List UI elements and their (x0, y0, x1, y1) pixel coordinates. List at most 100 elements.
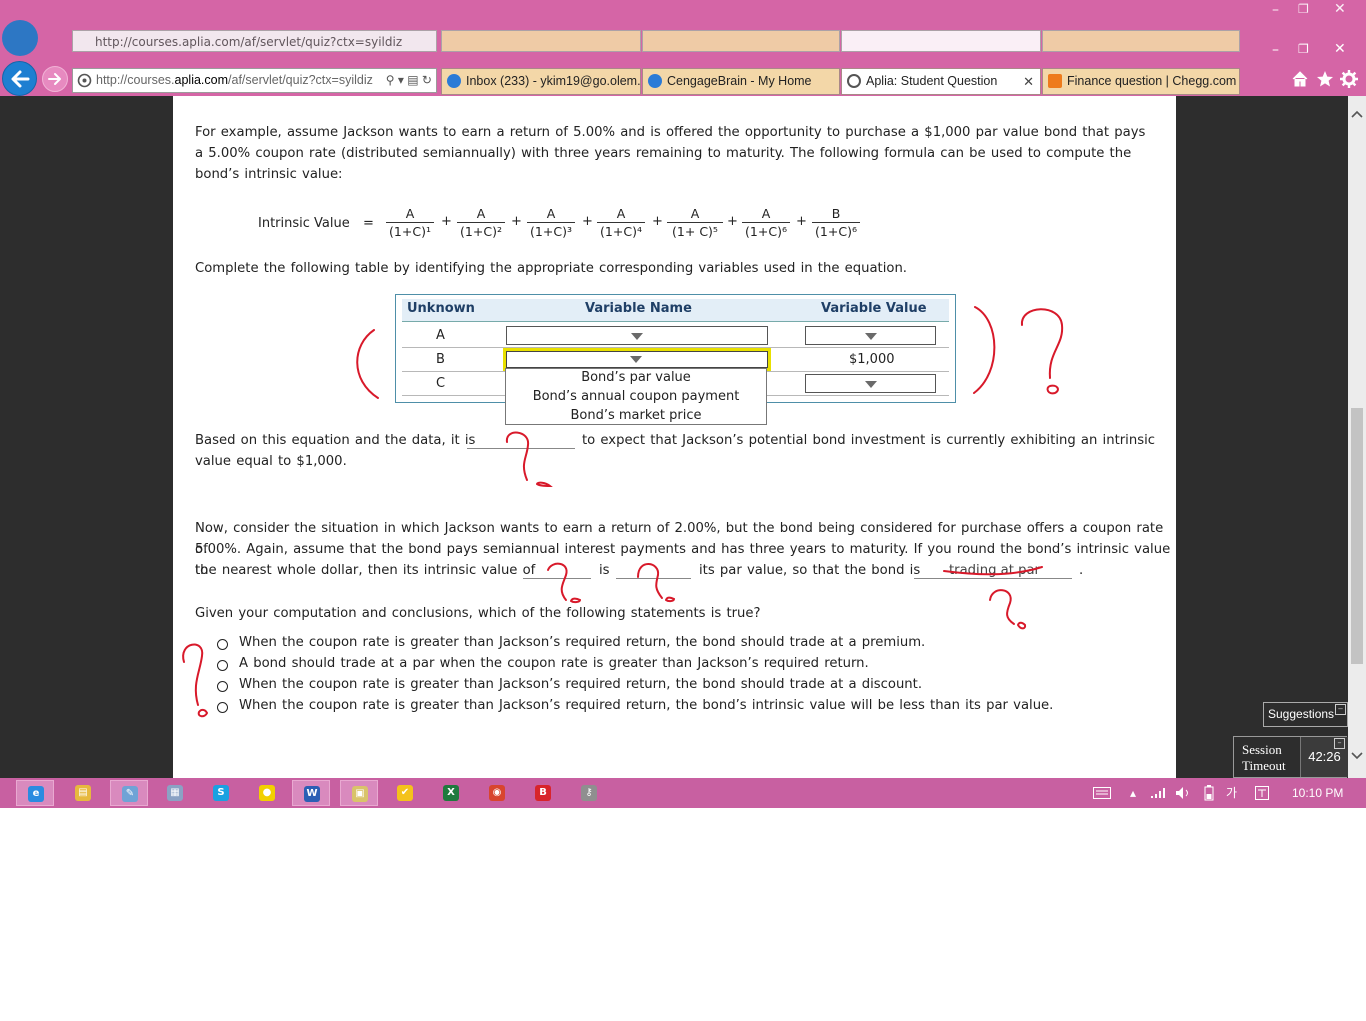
session-timeout-widget: Session Timeout 42:26 – (1233, 736, 1348, 778)
bandizip-icon: B (535, 785, 551, 801)
signal-icon[interactable] (1150, 787, 1166, 799)
unknown-b: B (436, 352, 445, 367)
taskbar-bandizip-button[interactable]: B (524, 780, 562, 806)
plus-sign: + (727, 214, 738, 229)
address-bar[interactable]: http://courses.aplia.com/af/servlet/quiz… (72, 68, 437, 93)
minimize-icon[interactable]: – (1334, 738, 1345, 749)
dropdown-option[interactable]: Bond’s market price (506, 408, 766, 423)
tab-aplia-student-question[interactable]: Aplia: Student Question ✕ (841, 68, 1041, 95)
chevron-down-icon (865, 381, 877, 388)
question-content: For example, assume Jackson wants to ear… (173, 96, 1176, 778)
variable-name-select-a[interactable] (506, 326, 768, 345)
aplia-site-icon (847, 74, 861, 88)
table-prompt: Complete the following table by identify… (195, 261, 908, 276)
chevron-down-icon (630, 356, 642, 363)
forward-button[interactable] (42, 66, 68, 92)
address-bar-actions[interactable]: ⚲ ▾ ▤ ↻ (386, 69, 432, 92)
scroll-down-icon[interactable] (1351, 752, 1363, 760)
word-icon: W (304, 786, 320, 802)
variable-value-select-c[interactable] (805, 374, 936, 393)
formula-term: A (1+C)⁶ (742, 206, 790, 239)
variable-name-dropdown-list[interactable]: Bond’s par value Bond’s annual coupon pa… (505, 368, 767, 425)
intro-text: For example, assume Jackson wants to ear… (195, 125, 1146, 182)
close-tab-icon[interactable]: ✕ (1023, 69, 1034, 94)
scrollbar-thumb[interactable] (1351, 408, 1363, 664)
skype-icon: S (213, 785, 229, 801)
option-label-1[interactable]: When the coupon rate is greater than Jac… (239, 635, 925, 650)
aplia-site-icon (77, 73, 92, 88)
ime-pad-icon[interactable] (1255, 786, 1269, 800)
trading-status-value[interactable]: trading at par (949, 560, 1040, 581)
suggestions-button[interactable]: Suggestions – (1263, 702, 1348, 727)
intrinsic-value-blank[interactable] (523, 578, 591, 579)
taskbar-paint-button[interactable]: ✎ (110, 780, 148, 806)
formula-term: A (1+C)² (457, 206, 505, 239)
minimize-icon[interactable]: – (1335, 704, 1346, 715)
system-clock[interactable]: 10:10 PM (1292, 778, 1343, 808)
radio-option-4[interactable] (217, 702, 228, 713)
unknown-c: C (436, 376, 446, 391)
close-icon[interactable]: ✕ (1334, 1, 1346, 17)
gear-icon[interactable] (1340, 70, 1358, 88)
header-unknown: Unknown (407, 301, 475, 316)
norton-icon: ✔ (397, 785, 413, 801)
background-url-box: http://courses.aplia.com/af/servlet/quiz… (72, 30, 437, 52)
variable-value-select-a[interactable] (805, 326, 936, 345)
star-icon[interactable] (1316, 70, 1334, 88)
show-hidden-icons-icon[interactable]: ▴ (1130, 778, 1136, 808)
taskbar-word-button[interactable]: W (292, 780, 330, 806)
close-icon[interactable]: ✕ (1334, 41, 1346, 57)
radio-option-1[interactable] (217, 639, 228, 650)
background-back-button (2, 20, 38, 56)
tab-label: Finance question | Chegg.com (1067, 74, 1237, 88)
url-text: http://courses.aplia.com/af/servlet/quiz… (96, 73, 373, 87)
home-icon[interactable] (1291, 70, 1309, 88)
explorer-icon: ▤ (75, 785, 91, 801)
formula-term: A (1+ C)⁵ (667, 206, 723, 239)
taskbar-calculator-button[interactable]: ▦ (156, 780, 194, 806)
ime-indicator[interactable]: 가 (1226, 778, 1237, 808)
option-label-3[interactable]: When the coupon rate is greater than Jac… (239, 677, 922, 692)
tab-chegg[interactable]: Finance question | Chegg.com (1042, 68, 1240, 95)
calculator-icon: ▦ (167, 785, 183, 801)
excel-icon: X (443, 785, 459, 801)
dropdown-option[interactable]: Bond’s annual coupon payment (506, 389, 766, 404)
tab-inbox[interactable]: Inbox (233) - ykim19@go.olem... (441, 68, 641, 95)
minimize-icon[interactable]: – (1272, 42, 1279, 58)
chevron-down-icon (865, 333, 877, 340)
based-on-text-part2: to expect that Jackson’s potential bond … (582, 433, 1155, 448)
restore-icon[interactable]: ❐ (1298, 42, 1309, 56)
background-tab (1042, 30, 1240, 52)
taskbar-usb-button[interactable]: ⚷ (570, 780, 608, 806)
formula-term: A (1+C)³ (527, 206, 575, 239)
taskbar-norton-button[interactable]: ✔ (386, 780, 424, 806)
keyboard-icon[interactable] (1093, 787, 1111, 799)
taskbar-files-button[interactable]: ▣ (340, 780, 378, 806)
taskbar-skype-button[interactable]: S (202, 780, 240, 806)
minimize-icon[interactable]: – (1272, 2, 1279, 18)
given-prompt: Given your computation and conclusions, … (195, 606, 761, 621)
tab-cengagebrain[interactable]: CengageBrain - My Home (642, 68, 840, 95)
taskbar-excel-button[interactable]: X (432, 780, 470, 806)
background-tab (642, 30, 840, 52)
taskbar-ie-button[interactable]: e (16, 780, 54, 806)
radio-option-3[interactable] (217, 681, 228, 692)
now-consider-is: is (599, 563, 610, 578)
back-button[interactable] (2, 61, 37, 96)
option-label-4[interactable]: When the coupon rate is greater than Jac… (239, 698, 1053, 713)
plus-sign: + (652, 214, 663, 229)
taskbar-chrome-button[interactable]: ◉ (478, 780, 516, 806)
battery-icon[interactable] (1204, 785, 1214, 801)
back-arrow-icon (11, 70, 30, 88)
comparison-blank[interactable] (616, 578, 691, 579)
scroll-up-icon[interactable] (1351, 110, 1363, 118)
dropdown-option[interactable]: Bond’s par value (506, 370, 766, 385)
answer-blank-1[interactable] (467, 448, 575, 449)
taskbar-explorer-button[interactable]: ▤ (64, 780, 102, 806)
taskbar-kakaotalk-button[interactable]: ● (248, 780, 286, 806)
radio-option-2[interactable] (217, 660, 228, 671)
header-variable-name: Variable Name (585, 301, 692, 316)
option-label-2[interactable]: A bond should trade at a par when the co… (239, 656, 869, 671)
volume-icon[interactable] (1175, 786, 1191, 800)
restore-icon[interactable]: ❐ (1298, 2, 1309, 16)
